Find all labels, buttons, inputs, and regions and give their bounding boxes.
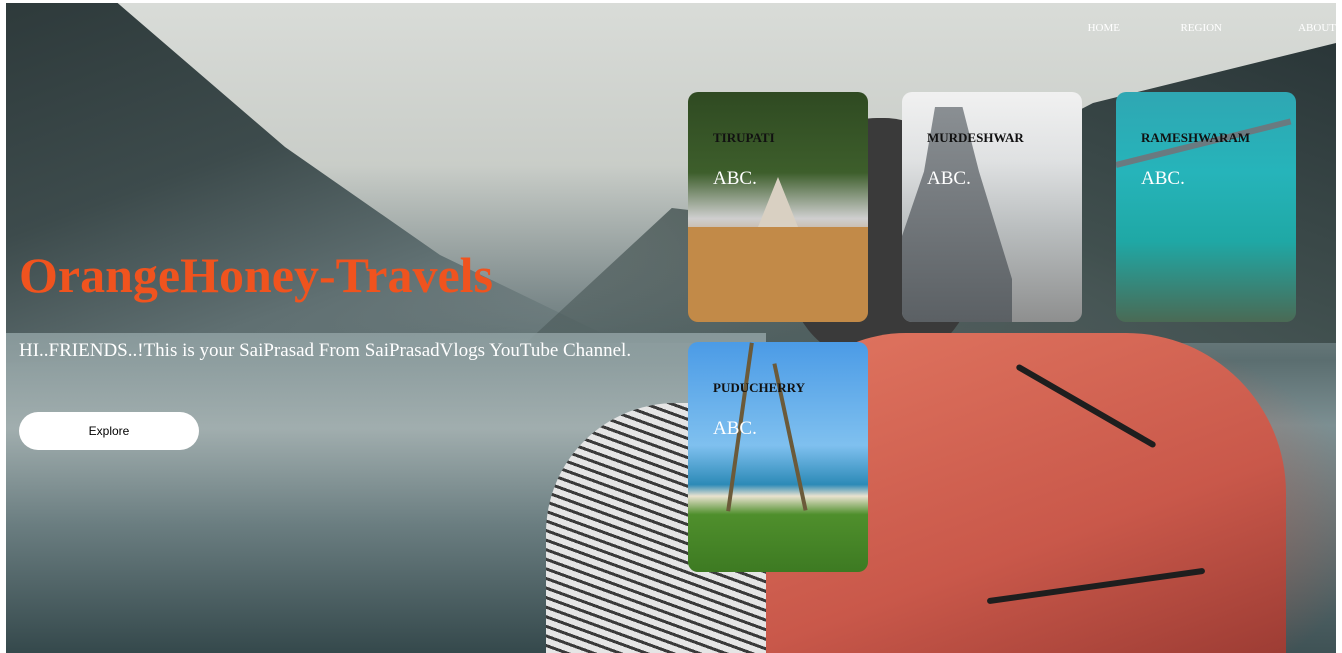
card-title: TIRUPATI: [713, 130, 775, 145]
backpack-strap: [986, 567, 1206, 605]
backpack-strap: [1015, 363, 1157, 449]
nav-about[interactable]: ABOUT: [1298, 22, 1336, 34]
nav-region[interactable]: REGION: [1180, 22, 1222, 34]
temple-image: [688, 227, 868, 322]
hero-tagline: HI..FRIENDS..!This is your SaiPrasad Fro…: [19, 340, 632, 361]
destination-card-tirupati[interactable]: TIRUPATI ABC.: [688, 92, 868, 322]
card-subtitle: ABC.: [713, 418, 757, 439]
card-title: RAMESHWARAM: [1141, 130, 1251, 145]
explore-button[interactable]: Explore: [19, 412, 199, 450]
nav-home[interactable]: HOME: [1088, 22, 1120, 34]
card-title: MURDESHWAR: [927, 130, 1024, 145]
destination-card-murdeshwar[interactable]: MURDESHWAR ABC.: [902, 92, 1082, 322]
card-subtitle: ABC.: [1141, 168, 1185, 189]
destination-card-puducherry[interactable]: PUDUCHERRY ABC.: [688, 342, 868, 572]
mountain-left: [6, 3, 626, 363]
destination-card-rameshwaram[interactable]: RAMESHWARAM ABC.: [1116, 92, 1296, 322]
card-subtitle: ABC.: [713, 168, 757, 189]
site-title: OrangeHoney-Travels: [19, 247, 493, 303]
card-subtitle: ABC.: [927, 168, 971, 189]
card-title: PUDUCHERRY: [713, 380, 805, 395]
